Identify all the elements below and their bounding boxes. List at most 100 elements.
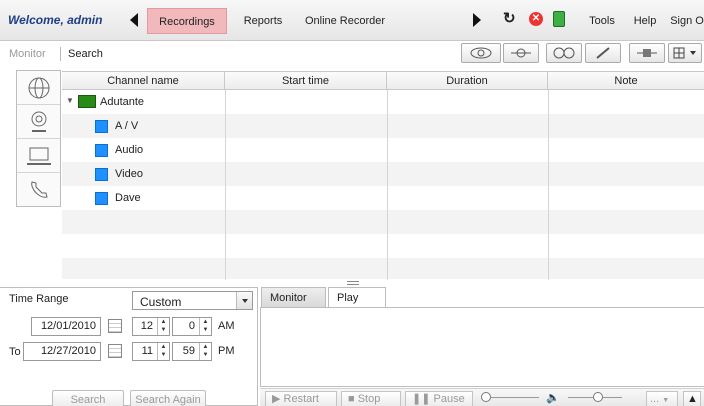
expand-arrow-icon[interactable]: ▼ xyxy=(66,96,74,105)
stop-label: Stop xyxy=(357,393,381,405)
webcam-icon xyxy=(31,111,46,132)
table-row xyxy=(62,210,704,234)
panel-splitter-handle[interactable] xyxy=(347,281,359,285)
tab-player-monitor[interactable]: Monitor xyxy=(261,287,326,308)
restart-button[interactable]: ▶ Restart xyxy=(265,391,337,406)
spinner-icon[interactable]: ▲ ▼ xyxy=(157,343,169,360)
spinner-icon[interactable]: ▲ ▼ xyxy=(199,318,211,335)
column-header-start-time[interactable]: Start time xyxy=(225,72,387,90)
stop-icon: ■ xyxy=(348,393,355,405)
to-label: To xyxy=(9,346,21,358)
time-range-label: Time Range xyxy=(9,293,69,305)
channel-label: Dave xyxy=(115,192,141,204)
table-row[interactable]: Audio xyxy=(62,138,704,162)
pause-label: Pause xyxy=(433,393,465,405)
glasses-button[interactable] xyxy=(546,43,582,63)
green-device-icon[interactable] xyxy=(553,11,565,27)
globe-icon xyxy=(28,77,49,98)
arrow-right-icon[interactable] xyxy=(473,13,481,27)
link-button[interactable] xyxy=(629,43,665,63)
column-header-channel[interactable]: Channel name xyxy=(62,72,225,90)
channel-label: A / V xyxy=(115,120,139,132)
category-webcam[interactable] xyxy=(17,105,60,139)
welcome-text: Welcome, admin xyxy=(8,13,103,27)
spinner-icon[interactable]: ▲ ▼ xyxy=(157,318,169,335)
column-header-note[interactable]: Note xyxy=(548,72,704,90)
line-button[interactable] xyxy=(503,43,539,63)
from-hour-value: 12 xyxy=(140,320,153,332)
more-label: ... xyxy=(650,393,660,405)
table-row[interactable]: ▼ Adutante xyxy=(62,90,704,114)
column-header-duration[interactable]: Duration xyxy=(387,72,548,90)
tab-player-play[interactable]: Play xyxy=(328,287,386,308)
to-hour-value: 11 xyxy=(141,345,153,357)
grid-button[interactable] xyxy=(668,43,702,63)
channel-icon xyxy=(95,192,108,205)
to-hour-stepper[interactable]: 11 ▲ ▼ xyxy=(132,342,170,361)
separator xyxy=(60,47,61,61)
channel-icon xyxy=(95,120,108,133)
close-red-icon[interactable]: ✕ xyxy=(529,12,543,26)
channel-icon xyxy=(95,168,108,181)
tab-tools[interactable]: Tools xyxy=(583,8,621,34)
from-hour-stepper[interactable]: 12 ▲ ▼ xyxy=(132,317,170,336)
table-row[interactable]: Video xyxy=(62,162,704,186)
subtab-search[interactable]: Search xyxy=(68,48,103,60)
spinner-icon[interactable]: ▲ ▼ xyxy=(199,343,211,360)
column-divider xyxy=(225,90,226,280)
table-row[interactable]: A / V xyxy=(62,114,704,138)
to-date-field[interactable]: 12/27/2010 xyxy=(23,342,101,361)
recordings-grid: Channel name Start time Duration Note ▼ … xyxy=(62,71,704,280)
refresh-icon[interactable]: ↻ xyxy=(503,11,517,26)
time-range-select[interactable]: Custom xyxy=(132,291,253,310)
seek-slider-thumb[interactable] xyxy=(481,392,491,402)
phone-icon xyxy=(30,181,48,198)
category-computer[interactable] xyxy=(17,139,60,173)
calendar-icon[interactable] xyxy=(108,319,122,333)
volume-icon[interactable]: 🔈 xyxy=(546,391,560,404)
tab-recordings[interactable]: Recordings xyxy=(147,8,227,34)
link-icon xyxy=(637,49,657,57)
table-row xyxy=(62,234,704,258)
category-internet[interactable] xyxy=(17,71,60,105)
to-minute-stepper[interactable]: 59 ▲ ▼ xyxy=(172,342,212,361)
calendar-icon[interactable] xyxy=(108,344,122,358)
tab-reports[interactable]: Reports xyxy=(237,8,289,34)
stop-button[interactable]: ■ Stop xyxy=(341,391,401,406)
collapse-up-icon[interactable]: ▲ xyxy=(683,391,701,406)
from-minute-value: 0 xyxy=(188,320,195,332)
volume-slider-thumb[interactable] xyxy=(593,392,603,402)
channel-label: Audio xyxy=(115,144,144,156)
from-minute-stepper[interactable]: 0 ▲ ▼ xyxy=(172,317,212,336)
column-divider xyxy=(387,90,388,280)
seek-slider-track[interactable] xyxy=(491,397,539,398)
category-phone[interactable] xyxy=(17,173,60,207)
player-viewport xyxy=(260,307,704,387)
more-options-button[interactable]: ... ▼ xyxy=(646,391,678,406)
tab-online-recorder[interactable]: Online Recorder xyxy=(303,8,387,34)
chevron-down-icon: ▼ xyxy=(662,397,670,404)
chevron-down-icon[interactable] xyxy=(236,292,252,309)
grid-icon xyxy=(673,47,696,59)
search-button[interactable]: Search xyxy=(52,390,124,406)
pencil-button[interactable] xyxy=(585,43,621,63)
from-date-field[interactable]: 12/01/2010 xyxy=(31,317,101,336)
play-icon: ▶ xyxy=(272,393,281,405)
channel-root-label: Adutante xyxy=(100,96,145,108)
pause-icon: ❚❚ xyxy=(412,393,431,405)
app-root: Welcome, admin Recordings Reports Online… xyxy=(0,0,704,406)
view-button[interactable] xyxy=(461,43,501,63)
from-ampm-label[interactable]: AM xyxy=(218,320,235,332)
restart-label: Restart xyxy=(283,393,319,405)
to-ampm-label[interactable]: PM xyxy=(218,345,235,357)
search-again-button[interactable]: Search Again xyxy=(130,390,206,406)
pencil-icon xyxy=(596,47,610,59)
channel-group-icon xyxy=(78,95,96,108)
arrow-left-icon[interactable] xyxy=(130,13,138,27)
pause-button[interactable]: ❚❚ Pause xyxy=(405,391,473,406)
table-row[interactable]: Dave xyxy=(62,186,704,210)
channel-icon xyxy=(95,144,108,157)
tab-sign-off[interactable]: Sign Off xyxy=(668,8,704,34)
subtab-monitor[interactable]: Monitor xyxy=(9,48,46,60)
tab-help[interactable]: Help xyxy=(629,8,661,34)
